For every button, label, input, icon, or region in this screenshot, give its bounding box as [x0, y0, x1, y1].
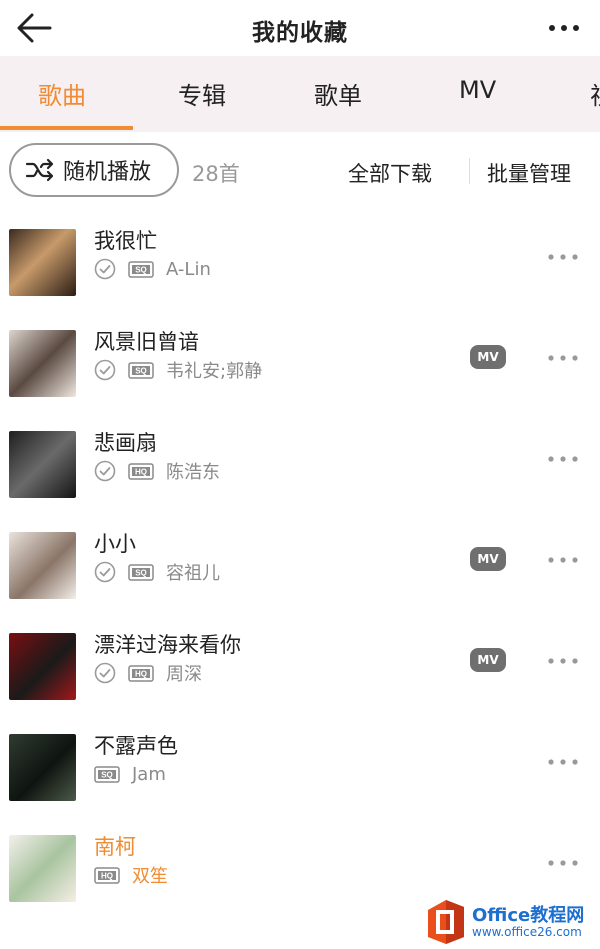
shuffle-play-label: 随机播放 — [63, 160, 152, 185]
watermark-url: www.office26.com — [472, 925, 582, 939]
song-artist: 韦礼安;郭静 — [166, 361, 263, 382]
album-cover — [9, 835, 76, 902]
more-options-icon[interactable] — [545, 752, 581, 772]
song-artist: 周深 — [166, 664, 202, 685]
svg-text:HQ: HQ — [135, 467, 147, 476]
song-artist: 陈浩东 — [166, 462, 220, 483]
song-title: 南柯 — [94, 835, 136, 859]
mv-badge[interactable]: MV — [470, 345, 506, 369]
watermark-brand: Office教程网 — [472, 905, 585, 926]
hq-quality-icon: HQ — [128, 462, 154, 480]
downloaded-check-icon — [94, 460, 116, 482]
sq-quality-icon: SQ — [128, 361, 154, 379]
song-count: 28首 — [192, 162, 240, 186]
batch-manage-button[interactable]: 批量管理 — [487, 158, 571, 188]
song-artist: Jam — [132, 763, 166, 785]
office-logo-icon — [428, 900, 464, 944]
song-row[interactable]: 风景旧曾谙 SQ 韦礼安;郭静 MV — [0, 320, 600, 421]
song-meta: SQ Jam — [94, 762, 166, 786]
tab-albums[interactable]: 专辑 — [178, 76, 226, 111]
song-row[interactable]: 我很忙 SQ A-Lin — [0, 219, 600, 320]
svg-text:HQ: HQ — [101, 871, 113, 880]
svg-text:SQ: SQ — [135, 265, 147, 274]
song-title: 悲画扇 — [94, 431, 157, 455]
page-title: 我的收藏 — [252, 20, 348, 46]
song-title: 风景旧曾谙 — [94, 330, 199, 354]
tab-playlists[interactable]: 歌单 — [314, 76, 362, 111]
shuffle-play-button[interactable]: 随机播放 — [9, 143, 179, 197]
more-options-icon[interactable] — [545, 449, 581, 469]
more-options-icon[interactable] — [545, 853, 581, 873]
song-row[interactable]: 悲画扇 HQ 陈浩东 — [0, 421, 600, 522]
tab-video[interactable]: 视 — [590, 76, 600, 111]
downloaded-check-icon — [94, 258, 116, 280]
song-meta: SQ 韦礼安;郭静 — [94, 358, 262, 382]
song-meta: SQ A-Lin — [94, 257, 211, 281]
svg-text:SQ: SQ — [101, 770, 113, 779]
song-meta: SQ 容祖儿 — [94, 560, 220, 584]
song-meta: HQ 双笙 — [94, 863, 168, 887]
song-artist: 容祖儿 — [166, 563, 220, 584]
sq-quality-icon: SQ — [128, 260, 154, 278]
song-artist: A-Lin — [166, 258, 211, 280]
mv-badge[interactable]: MV — [470, 547, 506, 571]
song-row[interactable]: 不露声色 SQ Jam — [0, 724, 600, 825]
more-options-icon[interactable] — [544, 14, 584, 42]
song-row[interactable]: 小小 SQ 容祖儿 MV — [0, 522, 600, 623]
tab-songs[interactable]: 歌曲 — [38, 76, 86, 111]
svg-text:HQ: HQ — [135, 669, 147, 678]
downloaded-check-icon — [94, 662, 116, 684]
downloaded-check-icon — [94, 359, 116, 381]
sq-quality-icon: SQ — [128, 563, 154, 581]
sq-quality-icon: SQ — [94, 765, 120, 783]
hq-quality-icon: HQ — [128, 664, 154, 682]
active-tab-indicator — [0, 126, 133, 130]
svg-text:SQ: SQ — [135, 568, 147, 577]
song-meta: HQ 周深 — [94, 661, 202, 685]
song-meta: HQ 陈浩东 — [94, 459, 220, 483]
song-title: 小小 — [94, 532, 136, 556]
tab-bar: 歌曲 专辑 歌单 MV 视 — [0, 56, 600, 132]
album-cover — [9, 431, 76, 498]
album-cover — [9, 532, 76, 599]
watermark: Office教程网 www.office26.com — [420, 895, 600, 949]
album-cover — [9, 734, 76, 801]
album-cover — [9, 229, 76, 296]
song-title: 不露声色 — [94, 734, 178, 758]
downloaded-check-icon — [94, 561, 116, 583]
song-title: 我很忙 — [94, 229, 157, 253]
more-options-icon[interactable] — [545, 651, 581, 671]
more-options-icon[interactable] — [545, 247, 581, 267]
more-options-icon[interactable] — [545, 348, 581, 368]
album-cover — [9, 330, 76, 397]
toolbar-divider — [469, 158, 470, 184]
tab-mv[interactable]: MV — [459, 76, 496, 104]
album-cover — [9, 633, 76, 700]
more-options-icon[interactable] — [545, 550, 581, 570]
song-artist: 双笙 — [132, 866, 168, 887]
shuffle-icon — [25, 158, 54, 182]
mv-badge[interactable]: MV — [470, 648, 506, 672]
header-bar: 我的收藏 — [0, 0, 600, 56]
hq-quality-icon: HQ — [94, 866, 120, 884]
download-all-button[interactable]: 全部下载 — [348, 158, 432, 188]
song-title: 漂洋过海来看你 — [94, 633, 241, 657]
svg-text:SQ: SQ — [135, 366, 147, 375]
song-row[interactable]: 漂洋过海来看你 HQ 周深 MV — [0, 623, 600, 724]
